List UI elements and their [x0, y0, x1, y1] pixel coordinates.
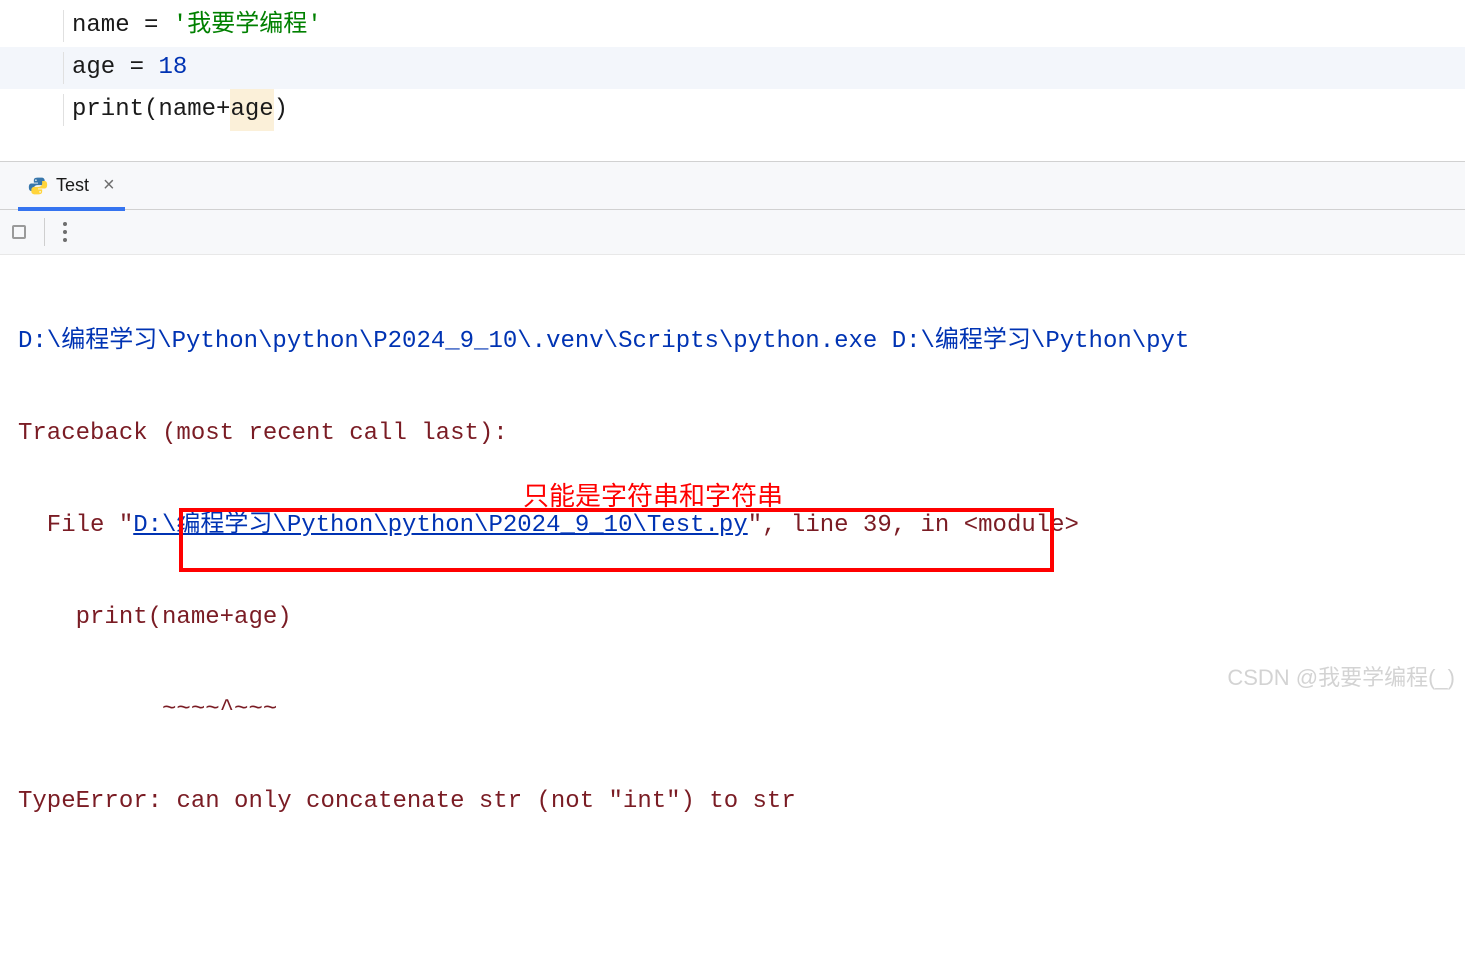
- string-literal: '我要学编程': [173, 5, 322, 47]
- active-tab-indicator: [18, 207, 125, 211]
- function-call: print: [72, 89, 144, 131]
- number-literal: 18: [158, 47, 187, 89]
- error-code-echo: print(name+age): [18, 604, 292, 631]
- code-line-2[interactable]: age = 18: [0, 47, 1465, 89]
- code-line-1[interactable]: name = '我要学编程': [0, 5, 1465, 47]
- close-icon[interactable]: ×: [103, 174, 115, 197]
- error-type: TypeError: [18, 788, 148, 815]
- error-caret: ~~~~^~~~: [18, 696, 277, 723]
- annotation-text: 只能是字符串和字符串: [523, 473, 783, 519]
- traceback-header: Traceback (most recent call last):: [18, 420, 508, 447]
- console-toolbar: [0, 210, 1465, 255]
- code-line-3[interactable]: print ( name + age ): [0, 89, 1465, 131]
- run-tab-test[interactable]: Test ×: [18, 162, 125, 210]
- console-output[interactable]: D:\编程学习\Python\python\P2024_9_10\.venv\S…: [0, 255, 1465, 963]
- highlighted-usage: age: [230, 89, 273, 131]
- tab-label: Test: [56, 175, 89, 196]
- more-icon[interactable]: [63, 222, 67, 242]
- variable-name: age: [72, 47, 115, 89]
- stop-icon[interactable]: [12, 225, 26, 239]
- error-message: can only concatenate str (not "int") to …: [176, 788, 795, 815]
- variable-name: name: [72, 5, 130, 47]
- code-editor[interactable]: name = '我要学编程' age = 18 print ( name + a…: [0, 0, 1465, 131]
- run-tab-bar: Test ×: [0, 162, 1465, 210]
- python-icon: [28, 176, 48, 196]
- exec-path: D:\编程学习\Python\python\P2024_9_10\.venv\S…: [18, 328, 1189, 355]
- watermark: CSDN @我要学编程(_): [1227, 660, 1455, 692]
